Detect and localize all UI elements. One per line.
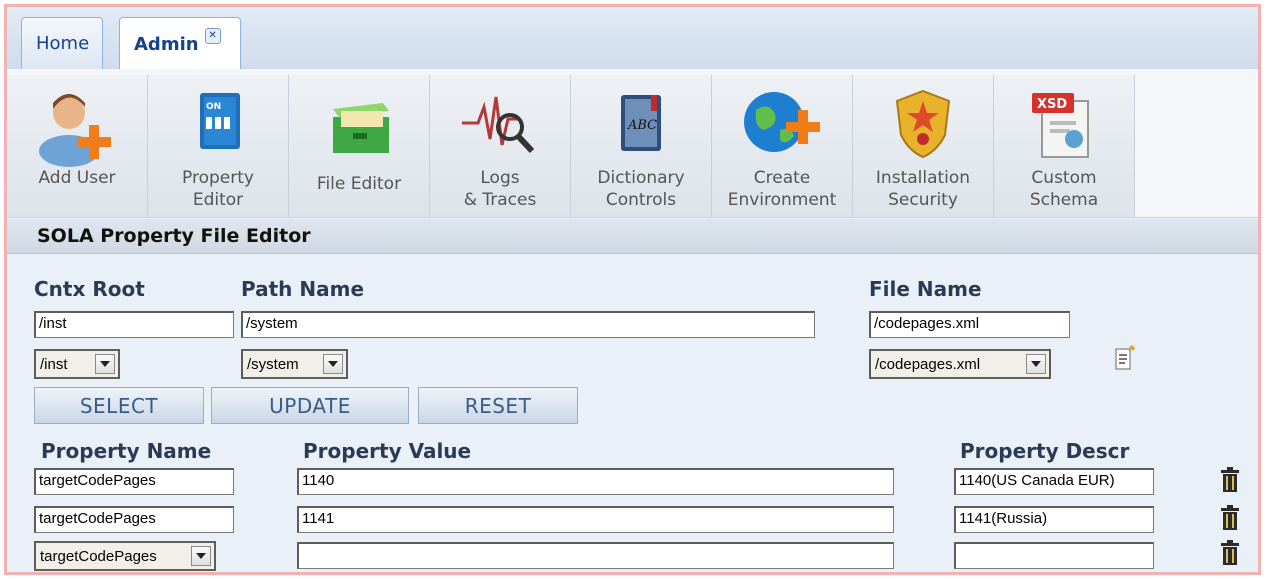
property-descr-input[interactable]: 1141(Russia) (954, 506, 1154, 533)
property-descr-label: Property Descr (960, 439, 1130, 463)
page-title: SOLA Property File Editor (37, 225, 311, 247)
dictionary-icon: ABC (611, 81, 671, 167)
section-header: SOLA Property File Editor (7, 219, 1258, 254)
chevron-down-icon (95, 354, 115, 374)
tab-admin[interactable]: Admin ✕ (119, 17, 241, 70)
logs-traces-label: Logs & Traces (463, 168, 537, 210)
property-editor-label: Property Editor (182, 168, 254, 210)
file-name-select-value: /codepages.xml (875, 355, 981, 373)
svg-text:ABC: ABC (627, 118, 657, 133)
file-cabinet-icon (319, 81, 399, 167)
path-name-label: Path Name (241, 277, 365, 301)
svg-text:ON: ON (206, 102, 221, 112)
create-environment-label: Create Environment (727, 168, 837, 210)
property-value-input[interactable]: 1140 (297, 468, 894, 495)
dictionary-controls-button[interactable]: ABC Dictionary Controls (571, 75, 712, 217)
trash-icon[interactable] (1220, 540, 1240, 566)
cntx-root-input[interactable]: /inst (34, 311, 234, 338)
property-name-label: Property Name (41, 439, 212, 463)
trash-icon[interactable] (1220, 505, 1240, 531)
xsd-schema-icon: XSD (1024, 81, 1104, 167)
path-name-select-value: /system (247, 355, 299, 373)
file-name-input[interactable]: /codepages.xml (869, 311, 1070, 338)
installation-security-button[interactable]: Installation Security (853, 75, 994, 217)
property-name-input[interactable]: targetCodePages (34, 506, 234, 533)
installation-security-label: Installation Security (875, 168, 971, 210)
reset-button[interactable]: RESET (418, 387, 578, 424)
globe-add-icon (734, 81, 830, 167)
admin-toolbar: Add User ON Property Editor File Editor … (7, 69, 1258, 218)
chevron-down-icon (1026, 354, 1046, 374)
new-file-icon[interactable] (1114, 345, 1136, 375)
security-badge-icon (891, 81, 955, 167)
select-button[interactable]: SELECT (34, 387, 204, 424)
trash-icon[interactable] (1220, 467, 1240, 493)
add-user-icon (29, 81, 125, 167)
property-editor-icon: ON (188, 81, 248, 167)
tab-home[interactable]: Home (21, 17, 103, 69)
property-value-label: Property Value (303, 439, 472, 463)
property-name-select[interactable]: targetCodePages (34, 541, 216, 571)
admin-window: Home Admin ✕ Add User ON Property Editor… (4, 4, 1261, 575)
create-environment-button[interactable]: Create Environment (712, 75, 853, 217)
property-name-select-value: targetCodePages (40, 547, 157, 565)
property-descr-input[interactable]: 1140(US Canada EUR) (954, 468, 1154, 495)
path-name-input[interactable]: /system (241, 311, 815, 338)
add-user-label: Add User (38, 168, 116, 188)
tab-strip: Home Admin ✕ (7, 7, 1258, 70)
cntx-root-select-value: /inst (40, 355, 68, 373)
update-button[interactable]: UPDATE (211, 387, 409, 424)
custom-schema-button[interactable]: XSD Custom Schema (994, 75, 1135, 217)
chevron-down-icon (191, 546, 211, 566)
tab-home-label: Home (36, 33, 90, 54)
dictionary-controls-label: Dictionary Controls (597, 168, 685, 210)
property-descr-input[interactable] (954, 542, 1154, 569)
file-name-select[interactable]: /codepages.xml (869, 349, 1051, 379)
chevron-down-icon (323, 354, 343, 374)
property-value-input[interactable]: 1141 (297, 506, 894, 533)
path-name-select[interactable]: /system (241, 349, 348, 379)
close-icon[interactable]: ✕ (204, 28, 221, 44)
property-editor-button[interactable]: ON Property Editor (148, 75, 289, 217)
file-editor-button[interactable]: File Editor (289, 75, 430, 217)
add-user-button[interactable]: Add User (7, 75, 148, 217)
svg-text:XSD: XSD (1037, 97, 1067, 112)
tab-admin-label: Admin (134, 33, 199, 55)
logs-traces-button[interactable]: Logs & Traces (430, 75, 571, 217)
cntx-root-label: Cntx Root (34, 277, 145, 301)
file-name-label: File Name (869, 277, 982, 301)
property-name-input[interactable]: targetCodePages (34, 468, 234, 495)
property-value-input[interactable] (297, 542, 894, 569)
file-editor-label: File Editor (316, 174, 402, 194)
custom-schema-label: Custom Schema (1029, 168, 1099, 210)
cntx-root-select[interactable]: /inst (34, 349, 120, 379)
logs-traces-icon (460, 81, 540, 167)
